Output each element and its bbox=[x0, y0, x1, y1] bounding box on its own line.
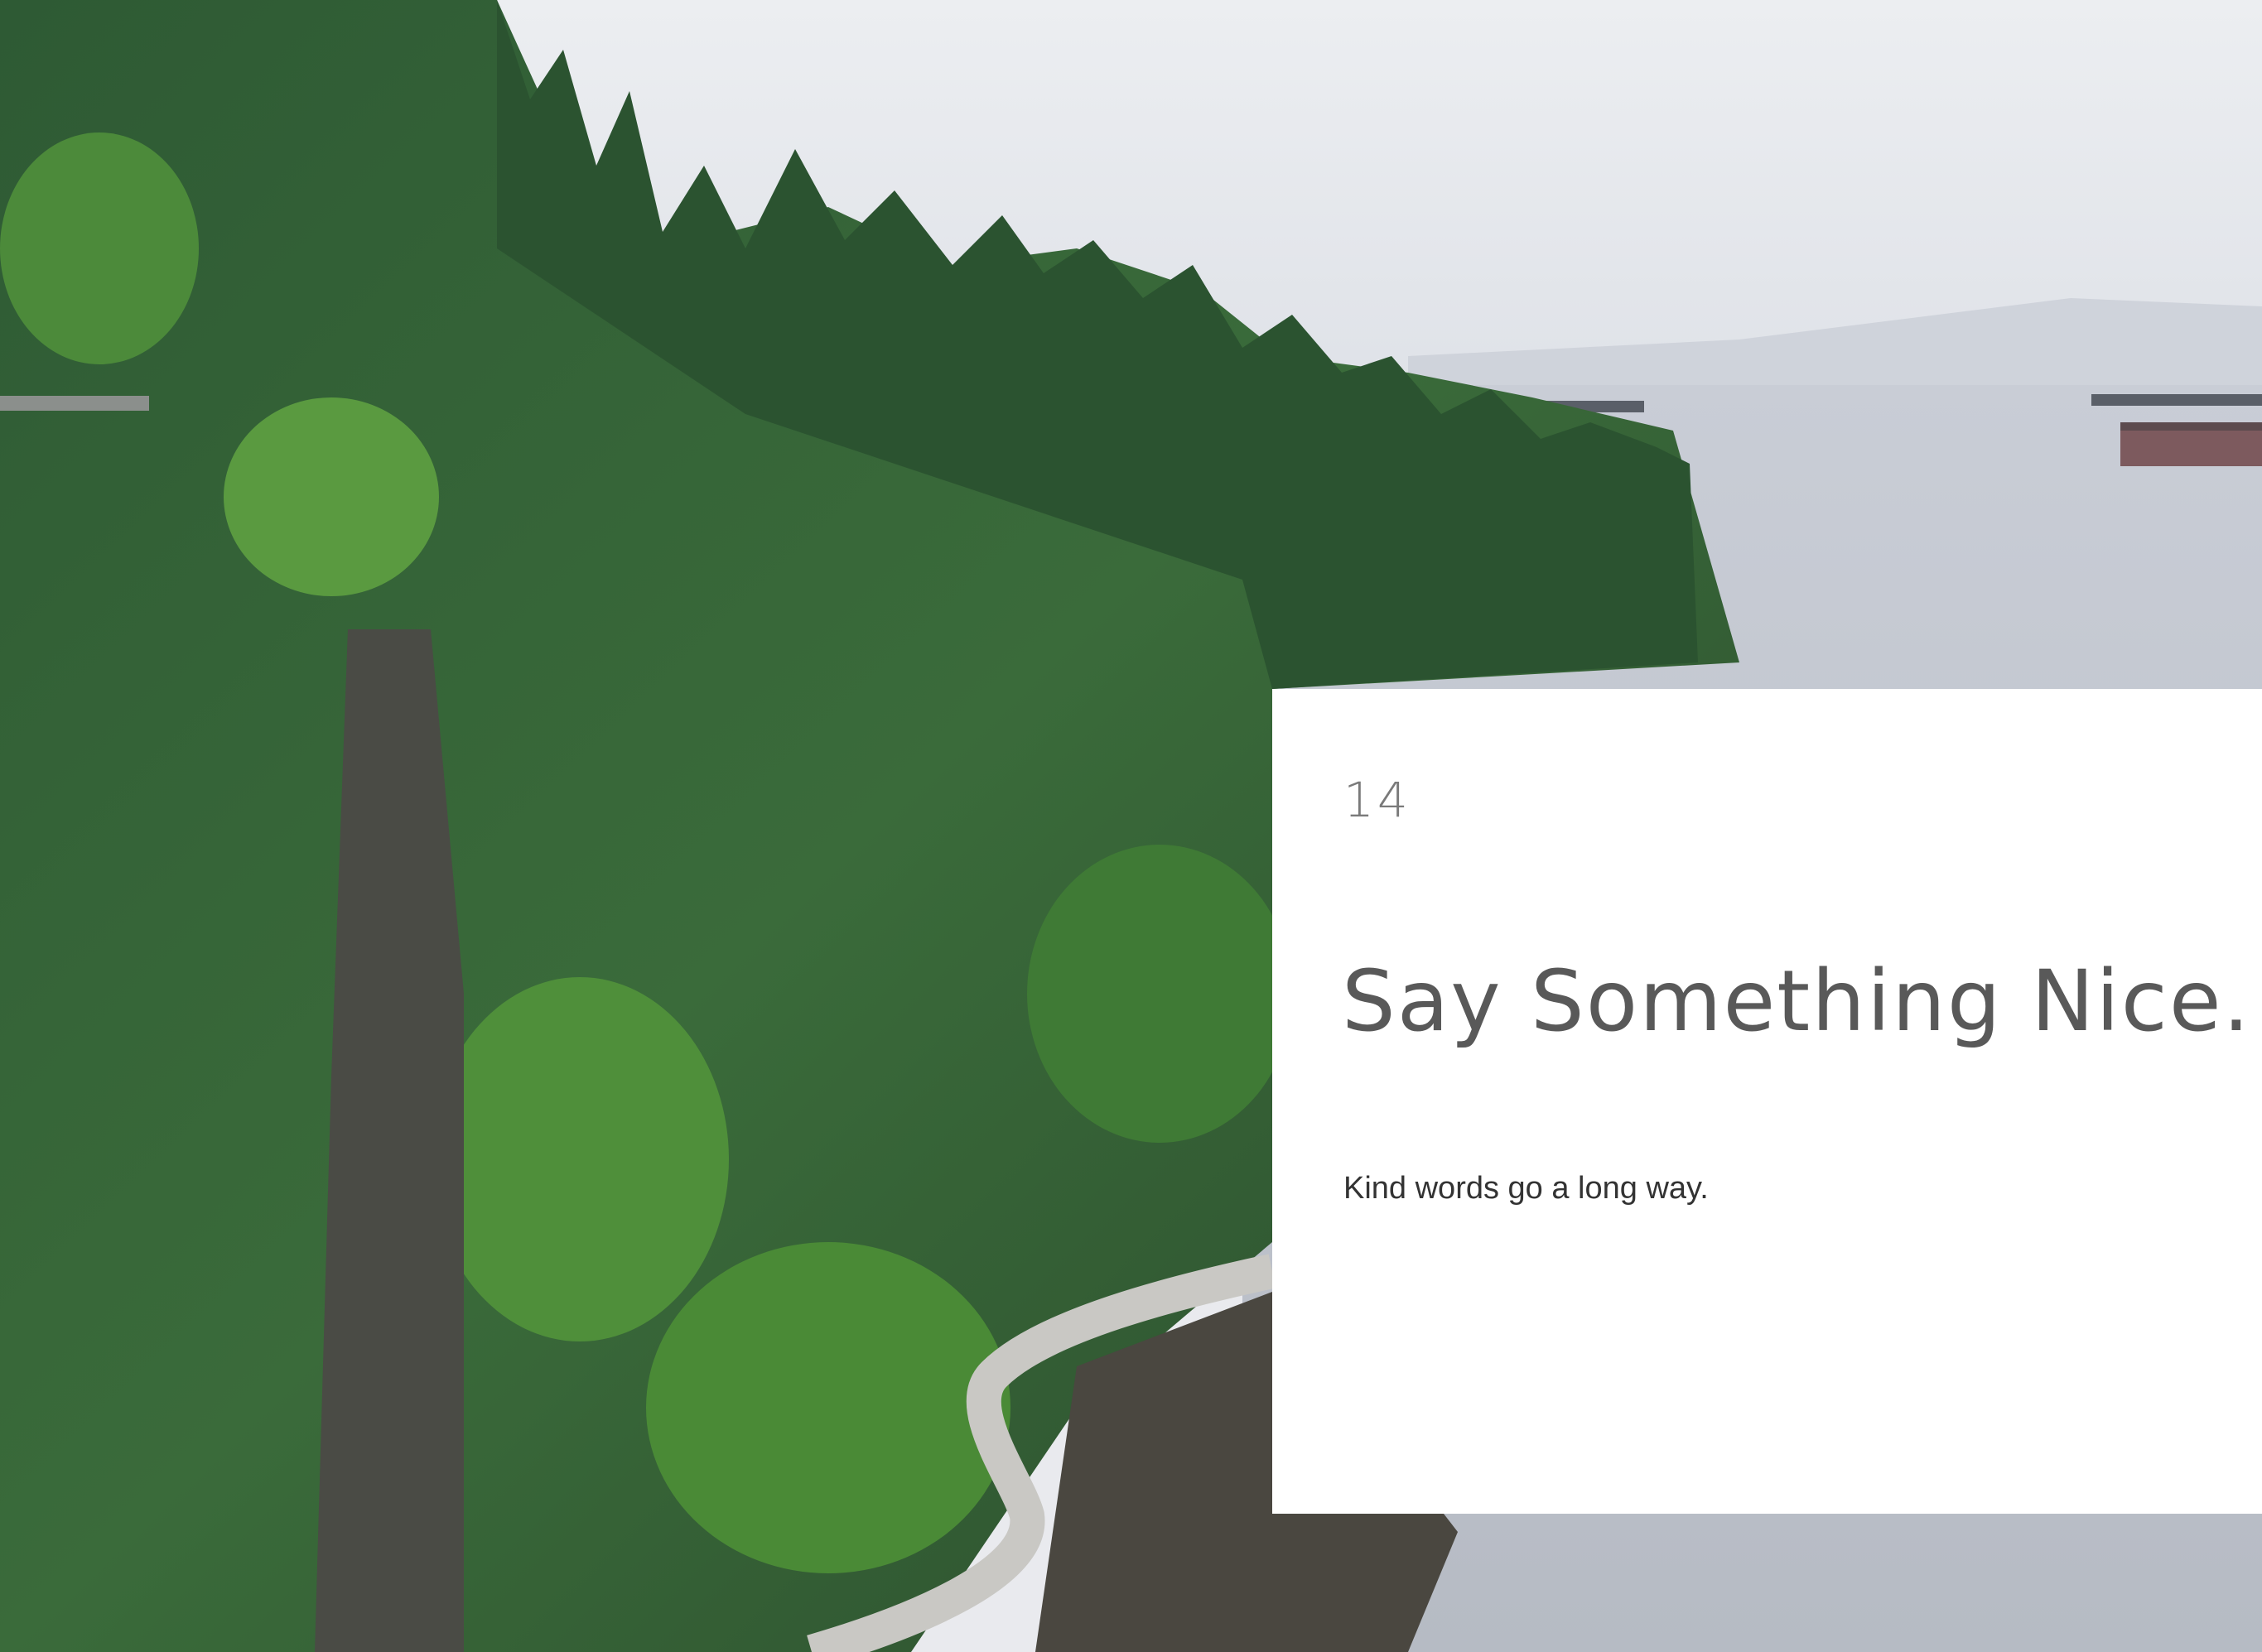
foliage bbox=[224, 397, 439, 596]
foliage bbox=[646, 1242, 1010, 1573]
page-subtitle: Kind words go a long way. bbox=[1343, 1171, 1709, 1206]
text-card: 14 Say Something Nice. Kind words go a l… bbox=[1272, 689, 2262, 1514]
foliage bbox=[1027, 845, 1292, 1143]
ship bbox=[2091, 394, 2262, 406]
foliage bbox=[431, 977, 729, 1341]
page-title: Say Something Nice. bbox=[1342, 952, 2251, 1051]
ship bbox=[2120, 422, 2262, 431]
page-number: 14 bbox=[1343, 772, 1411, 828]
ship bbox=[2120, 426, 2262, 466]
lookout-deck bbox=[0, 396, 149, 411]
foliage bbox=[0, 132, 199, 364]
